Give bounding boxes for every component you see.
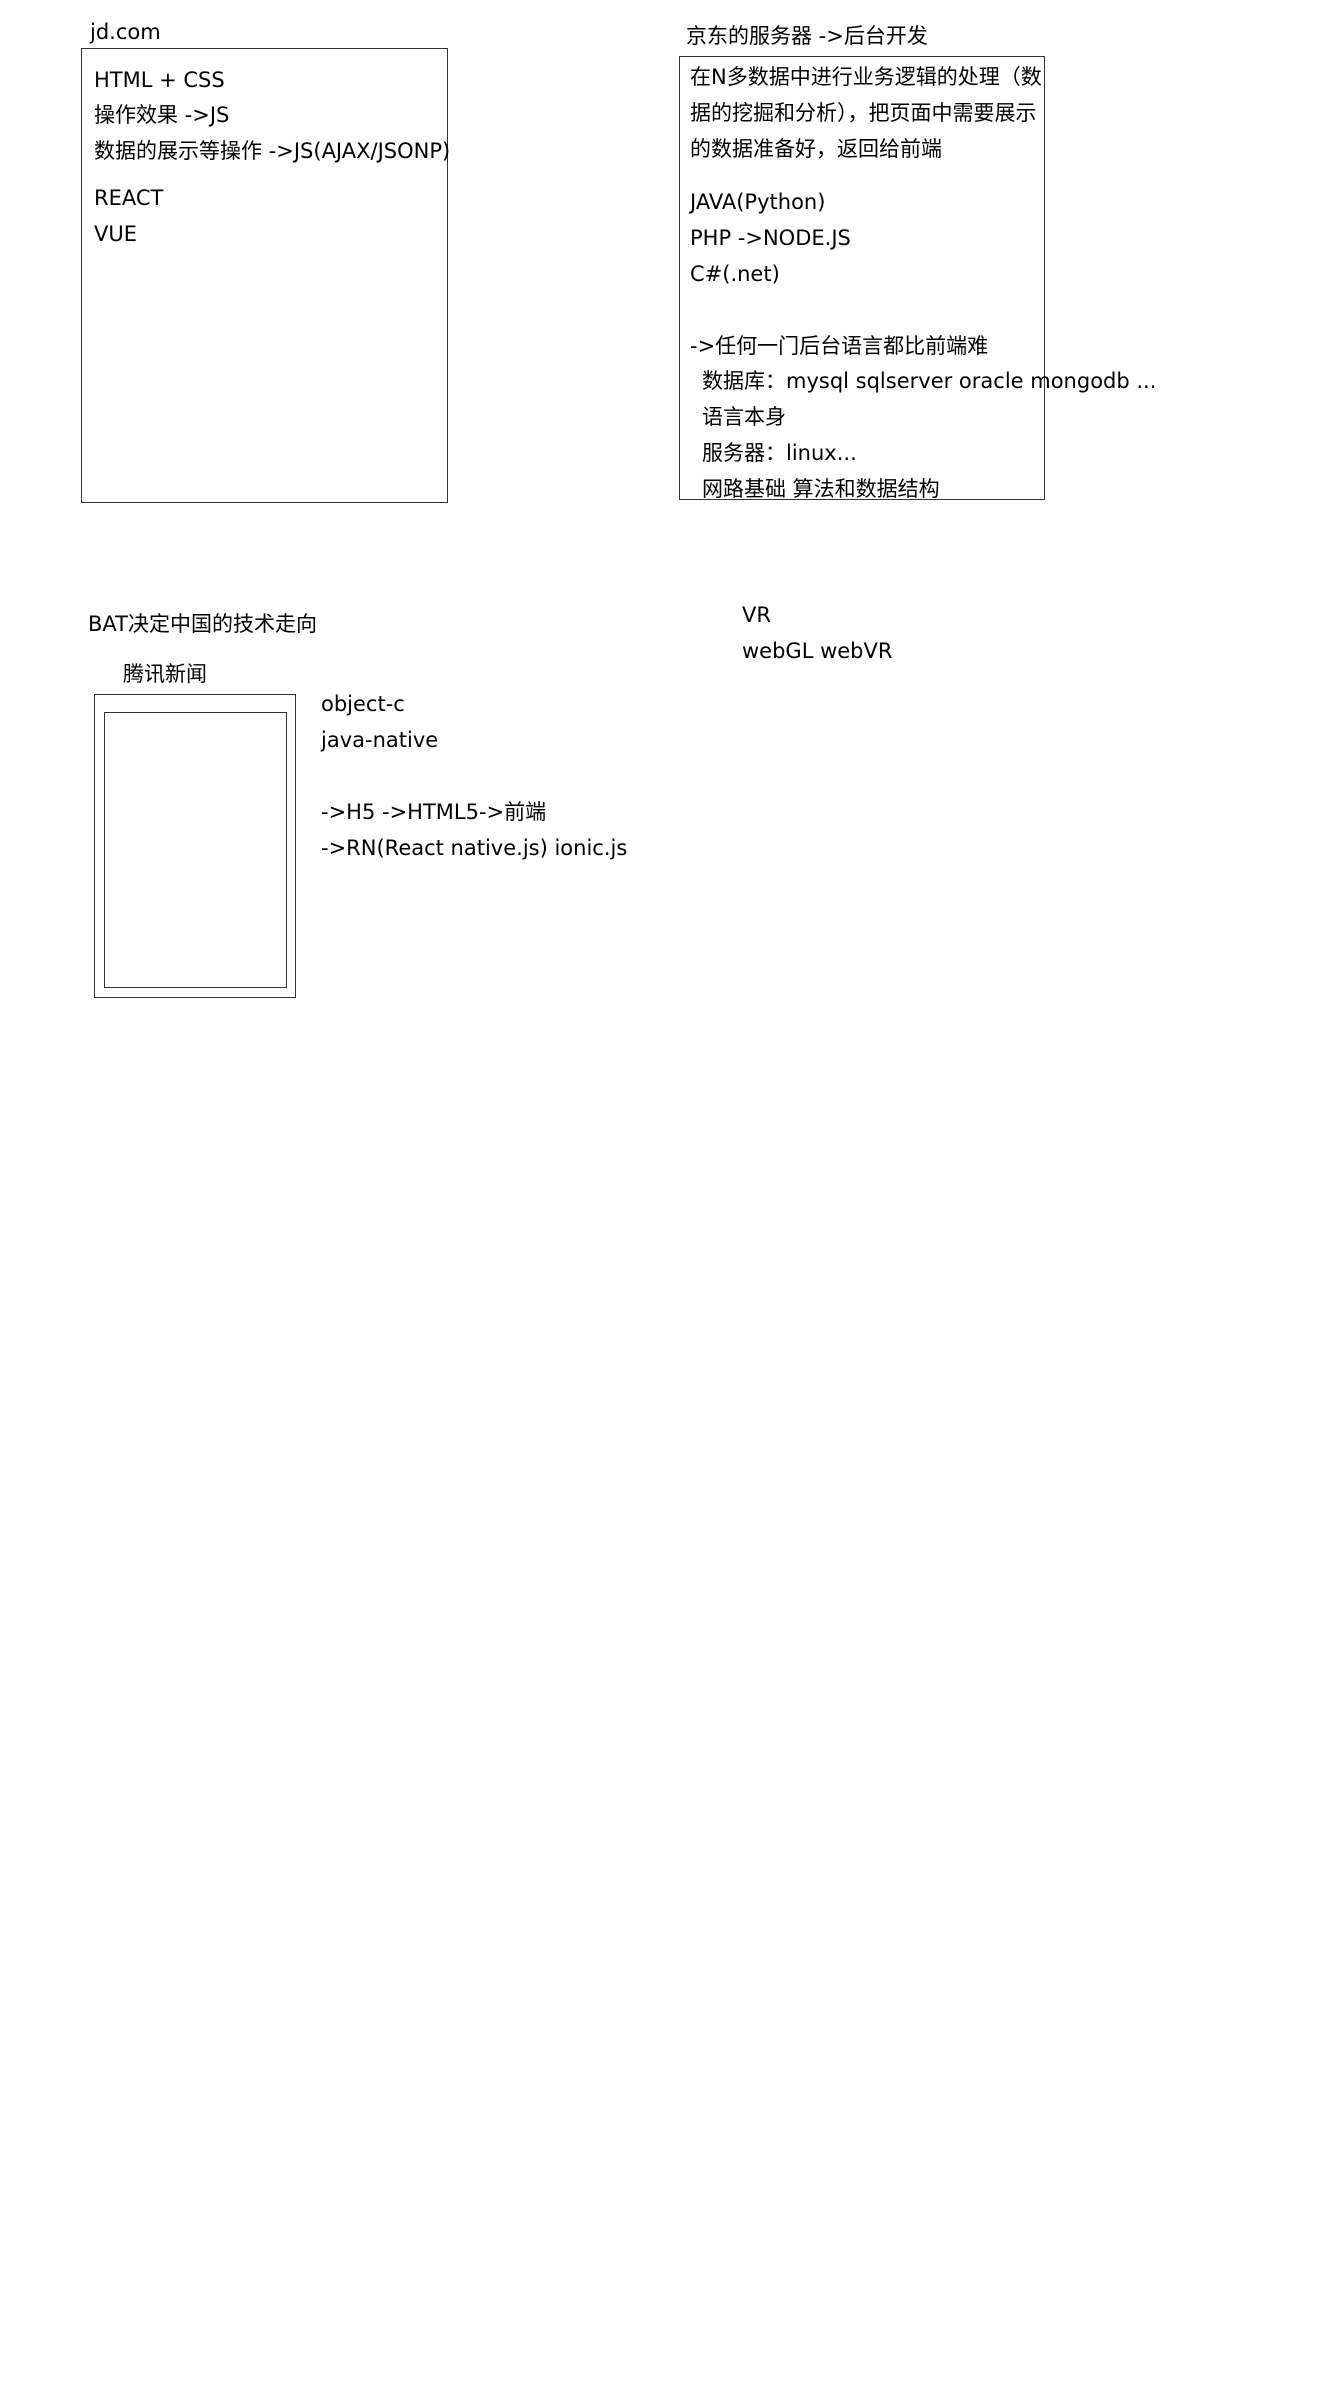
vr-line: VR: [742, 603, 771, 627]
backend-description-line: 据的挖掘和分析），把页面中需要展示: [690, 101, 1037, 125]
language-item: C#(.net): [690, 262, 780, 286]
frontend-line: 数据的展示等操作 ->JS(AJAX/JSONP): [94, 139, 451, 163]
language-item: PHP ->NODE.JS: [690, 226, 851, 250]
phone-screen: [104, 712, 287, 988]
language-item: JAVA(Python): [690, 190, 826, 214]
frontend-line: 操作效果 ->JS: [94, 103, 230, 127]
backend-description-line: 的数据准备好，返回给前端: [690, 137, 942, 161]
backend-detail: 数据库：mysql sqlserver oracle mongodb ...: [702, 369, 1157, 393]
vr-line: webGL webVR: [742, 639, 893, 663]
framework-item: REACT: [94, 186, 164, 210]
app-label: 腾讯新闻: [123, 662, 207, 686]
backend-description-line: 在N多数据中进行业务逻辑的处理（数: [690, 65, 1042, 89]
backend-detail: 网路基础 算法和数据结构: [702, 477, 940, 501]
backend-detail: 语言本身: [702, 405, 786, 429]
frontend-line: HTML + CSS: [94, 68, 225, 92]
hybrid-item: ->H5 ->HTML5->前端: [321, 800, 547, 824]
backend-detail: 服务器：linux...: [702, 441, 857, 465]
hybrid-item: ->RN(React native.js) ionic.js: [321, 836, 628, 860]
native-item: java-native: [321, 728, 439, 752]
framework-item: VUE: [94, 222, 138, 246]
frontend-title: jd.com: [90, 20, 161, 44]
bat-title: BAT决定中国的技术走向: [88, 612, 317, 636]
native-item: object-c: [321, 692, 405, 716]
backend-difficulty-note: ->任何一门后台语言都比前端难: [690, 334, 989, 358]
backend-title: 京东的服务器 ->后台开发: [686, 24, 928, 48]
